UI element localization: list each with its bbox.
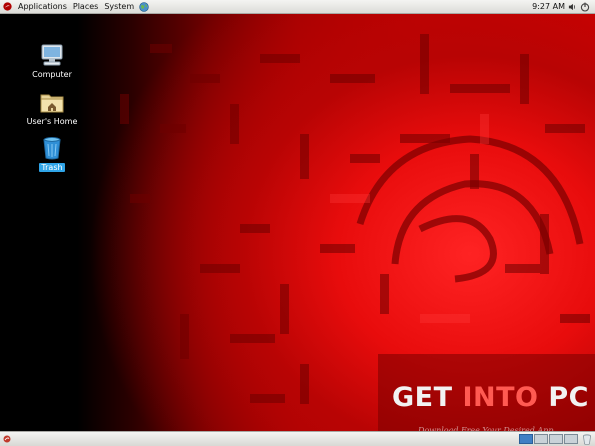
desktop-icon-home[interactable]: User's Home — [22, 88, 82, 126]
desktop-screen: Applications Places System 9:27 AM Compu… — [0, 0, 595, 446]
globe-icon[interactable] — [139, 1, 149, 12]
show-desktop-icon[interactable] — [3, 435, 11, 443]
workspace-2[interactable] — [534, 434, 548, 444]
top-panel: Applications Places System 9:27 AM — [0, 0, 595, 14]
wallpaper: Computer User's Home Trash GET INTO PC — [0, 14, 595, 445]
desktop-icon-label: User's Home — [26, 117, 78, 126]
workspace-4[interactable] — [564, 434, 578, 444]
watermark-title: GET INTO PC — [392, 382, 589, 413]
trash-icon[interactable] — [582, 434, 592, 445]
home-folder-icon — [40, 94, 64, 113]
watermark-into: INTO — [462, 382, 539, 413]
workspace-3[interactable] — [549, 434, 563, 444]
desktop-icon-label: Trash — [39, 163, 65, 172]
watermark-get: GET — [392, 382, 453, 413]
volume-icon[interactable] — [568, 2, 577, 12]
desktop-icon-trash[interactable]: Trash — [22, 134, 82, 172]
clock[interactable]: 9:27 AM — [532, 0, 565, 14]
system-menu[interactable]: System — [101, 0, 137, 14]
workspace-1[interactable] — [519, 434, 533, 444]
bottom-panel — [0, 431, 595, 446]
workspace-switcher — [519, 434, 579, 444]
applications-menu[interactable]: Applications — [15, 0, 70, 14]
power-icon[interactable] — [580, 2, 590, 12]
watermark-pc: PC — [548, 382, 589, 413]
desktop-icon-computer[interactable]: Computer — [22, 41, 82, 79]
places-menu[interactable]: Places — [70, 0, 101, 14]
desktop-icon-label: Computer — [32, 70, 72, 79]
applications-menu-label: Applications — [18, 1, 67, 11]
places-menu-label: Places — [72, 1, 99, 11]
system-menu-label: System — [104, 1, 135, 11]
trash-icon — [43, 137, 61, 160]
computer-icon — [41, 44, 63, 66]
fedora-logo-icon[interactable] — [3, 2, 12, 11]
